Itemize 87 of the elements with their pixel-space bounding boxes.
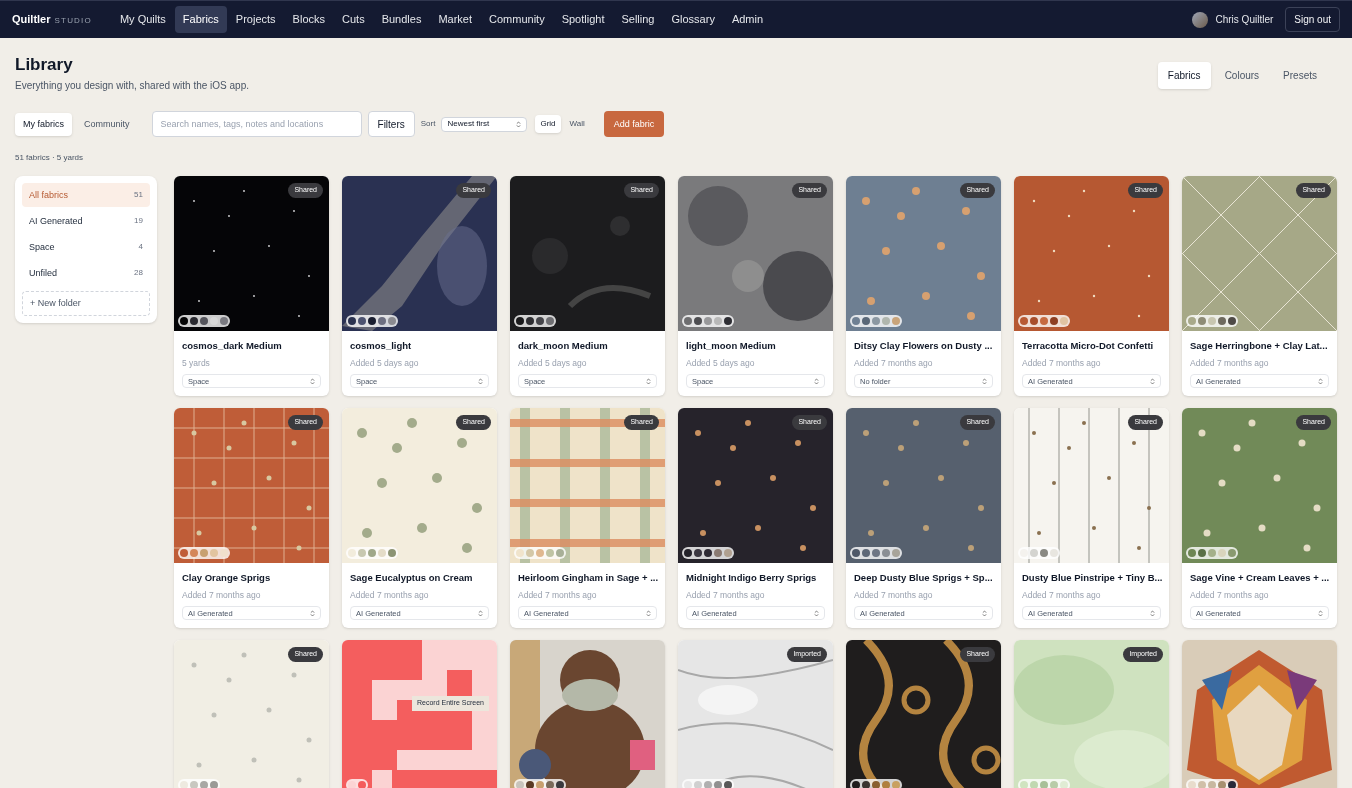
folder-item[interactable]: All fabrics 51 (22, 183, 150, 208)
toggle-tab[interactable]: Presets (1273, 62, 1327, 89)
logo[interactable]: Quiltler STUDIO (12, 11, 92, 28)
nav-link[interactable]: Spotlight (553, 6, 613, 33)
fabric-date: Added 7 months ago (854, 588, 934, 602)
nav-link[interactable]: Community (481, 6, 553, 33)
fabric-date: Added 7 months ago (518, 588, 598, 602)
chevron-updown-icon (310, 377, 315, 385)
folder-name: Unfiled (29, 266, 57, 280)
fabric-name: Sage Eucalyptus on Cream (350, 571, 474, 586)
fabric-name: Terracotta Micro-Dot Confetti (1022, 339, 1155, 354)
chevron-updown-icon (814, 609, 819, 617)
fabric-date: Added 7 months ago (854, 356, 934, 370)
chevron-updown-icon (1318, 609, 1323, 617)
toggle-tab[interactable]: My fabrics (15, 112, 72, 136)
chevron-updown-icon (516, 120, 522, 128)
nav-link[interactable]: Glossary (663, 6, 723, 33)
fabric-date: Added 5 days ago (686, 356, 756, 370)
search-field[interactable]: Search names, tags, notes and locations (151, 111, 362, 138)
filters-button[interactable]: Filters (367, 111, 415, 138)
add-fabric-button[interactable]: Add fabric (603, 111, 665, 138)
sign-out-button[interactable]: Sign out (1285, 7, 1340, 32)
fabric-name: Ditsy Clay Flowers on Dusty ... (854, 339, 993, 354)
page-title: Library (15, 54, 74, 76)
fabric-date: Added 7 months ago (350, 588, 430, 602)
chevron-updown-icon (646, 609, 651, 617)
fabric-date: Added 7 months ago (182, 588, 262, 602)
user-name: Chris Quiltler (1215, 13, 1274, 27)
fabric-name: light_moon Medium (686, 339, 777, 354)
fabric-name: Heirloom Gingham in Sage + ... (518, 571, 657, 586)
toggle-tab[interactable]: Grid (535, 115, 561, 134)
chevron-updown-icon (982, 609, 987, 617)
nav-link[interactable]: My Quilts (111, 6, 174, 33)
chevron-updown-icon (814, 377, 819, 385)
chevron-updown-icon (982, 377, 987, 385)
folder-item[interactable]: Space 4 (22, 235, 150, 260)
folder-name: All fabrics (29, 188, 68, 202)
folder-count: 51 (134, 189, 143, 202)
sort-select[interactable]: Newest first (441, 116, 528, 132)
nav-link[interactable]: Projects (227, 6, 284, 33)
folder-item[interactable]: AI Generated 19 (22, 209, 150, 234)
chevron-updown-icon (478, 377, 483, 385)
fabric-date: Added 7 months ago (1190, 588, 1270, 602)
fabric-name: Deep Dusty Blue Sprigs + Sp... (854, 571, 993, 586)
fabric-date: Added 7 months ago (1190, 356, 1270, 370)
page-subtitle: Everything you design with, shared with the iOS app. (15, 79, 250, 94)
new-folder-button[interactable]: + New folder (22, 291, 150, 317)
nav-link[interactable]: Bundles (373, 6, 430, 33)
library-summary: 51 fabrics · 5 yards (15, 152, 85, 165)
folder-name: Space (29, 240, 55, 254)
folder-item[interactable]: Unfiled 28 (22, 261, 150, 286)
fabric-date: 5 yards (182, 356, 211, 370)
folder-count: 28 (134, 267, 143, 280)
fabric-date: Added 7 months ago (686, 588, 766, 602)
avatar-icon (1191, 11, 1208, 28)
chevron-updown-icon (1150, 609, 1155, 617)
nav-link[interactable]: Market (430, 6, 481, 33)
fabric-name: Midnight Indigo Berry Sprigs (686, 571, 818, 586)
toggle-tab[interactable]: Community (76, 112, 138, 136)
nav-link[interactable]: Blocks (284, 6, 333, 33)
folder-name: AI Generated (29, 214, 83, 228)
fabric-date: Added 7 months ago (1022, 588, 1102, 602)
chevron-updown-icon (310, 609, 315, 617)
nav-link[interactable]: Cuts (334, 6, 373, 33)
chevron-updown-icon (1150, 377, 1155, 385)
nav-link[interactable]: Selling (613, 6, 663, 33)
toggle-tab[interactable]: Wall (564, 115, 590, 134)
fabric-name: Dusty Blue Pinstripe + Tiny B... (1022, 571, 1161, 586)
fabric-date: Added 7 months ago (1022, 356, 1102, 370)
fabric-name: cosmos_light (350, 339, 413, 354)
nav-link[interactable]: Fabrics (174, 6, 227, 33)
fabric-date: Added 5 days ago (350, 356, 420, 370)
sort-label: Sort (420, 118, 436, 131)
nav-link[interactable]: Admin (723, 6, 772, 33)
toggle-tab[interactable]: Fabrics (1157, 62, 1211, 89)
toggle-tab[interactable]: Colours (1214, 62, 1270, 89)
fabric-name: Sage Herringbone + Clay Lat... (1190, 339, 1329, 354)
fabric-date: Added 5 days ago (518, 356, 588, 370)
fabric-name: Clay Orange Sprigs (182, 571, 272, 586)
chevron-updown-icon (478, 609, 483, 617)
fabric-name: Sage Vine + Cream Leaves + ... (1190, 571, 1329, 586)
chevron-updown-icon (646, 377, 651, 385)
fabric-name: cosmos_dark Medium (182, 339, 283, 354)
chevron-updown-icon (1318, 377, 1323, 385)
folder-count: 19 (134, 215, 143, 228)
folder-count: 4 (138, 241, 143, 254)
fabric-name: dark_moon Medium (518, 339, 609, 354)
